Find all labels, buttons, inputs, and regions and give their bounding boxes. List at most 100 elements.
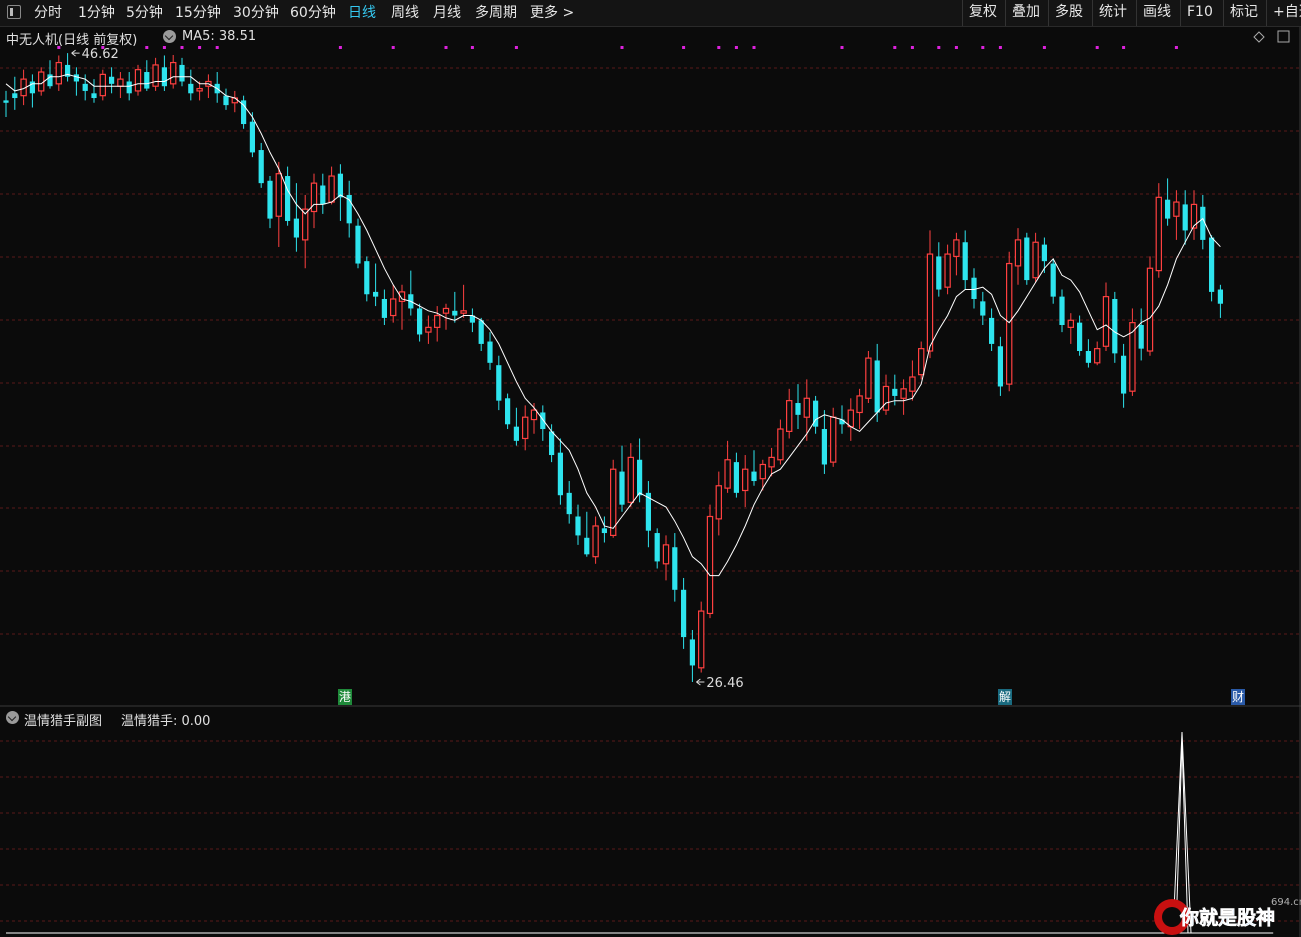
candle-body-down [1200,206,1206,240]
sub-indicator-value: 温情猎手: 0.00 [121,714,211,729]
signal-dot [162,46,166,49]
candle-body-down [654,533,660,562]
candle-body-down [557,452,563,496]
signal-dot [910,46,914,49]
period-tab-monthly[interactable]: 月线 [433,3,461,23]
toolbar-button-watchlist[interactable]: +自选 [1266,0,1301,26]
toolbar-button-adjust[interactable]: 复权 [962,0,1003,26]
candle-body-down [584,537,590,555]
candle-body-down [3,100,9,103]
period-tab-daily[interactable]: 日线 [348,3,376,23]
event-tag-unlock[interactable]: 解 [998,689,1012,705]
candle-body-down [1059,296,1065,325]
candle-body-up [442,307,450,314]
candle-body-down [478,320,484,344]
high-price-label: 46.62 [82,47,119,62]
candle-body-up [1014,239,1022,267]
signal-dot [1122,46,1126,49]
toolbar-button-draw[interactable]: 画线 [1136,0,1177,26]
signal-dot [1095,46,1099,49]
signal-dot [470,46,474,49]
panel-toggle-icon[interactable] [7,5,21,19]
signal-dot [391,46,395,49]
candle-body-down [373,291,379,297]
signal-dot [954,46,958,49]
toolbar-button-stats[interactable]: 统计 [1092,0,1133,26]
candle-body-down [381,298,387,318]
period-tab-1min[interactable]: 1分钟 [78,3,115,23]
candle-body-down [672,547,678,590]
candle-body-up [865,357,872,399]
event-tag-hk[interactable]: 港 [338,689,352,705]
main-chart-title: 中无人机(日线 前复权) [6,33,138,48]
candle-body-down [293,218,299,238]
candle-body-down [188,83,194,94]
toolbar-button-f10[interactable]: F10 [1180,0,1219,26]
candle-body-up [759,463,767,480]
candle-body-up [1102,296,1110,347]
candle-body-down [487,341,493,363]
candle-body-up [768,456,775,468]
candle-body-down [505,398,511,425]
toolbar-button-overlay[interactable]: 叠加 [1005,0,1046,26]
period-tab-60min[interactable]: 60分钟 [290,3,336,23]
candle-body-up [425,326,432,333]
candle-body-down [249,121,255,153]
candle-body-down [223,95,229,106]
candle-body-up [231,97,238,104]
ma5-line [5,73,1221,577]
candle-body-down [417,308,423,335]
candle-body-down [751,471,757,482]
signal-dot [734,46,738,49]
toolbar-button-mark[interactable]: 标记 [1223,0,1264,26]
low-arrow [696,678,705,686]
period-tab-15min[interactable]: 15分钟 [175,3,221,23]
candle-body-down [645,492,651,531]
candle-body-up [1067,319,1074,328]
candle-body-up [609,468,617,537]
indicator-menu-icon[interactable] [163,30,176,43]
low-price-label: 26.46 [706,676,743,691]
signal-dot [145,46,149,49]
period-tab-5min[interactable]: 5分钟 [126,3,163,23]
candle-body-down [47,74,53,87]
signal-dot [198,46,202,49]
candle-body-up [152,64,159,87]
candle-body-down [161,67,167,87]
candle-body-down [1112,298,1118,354]
candle-body-down [1182,204,1188,231]
candle-body-down [285,176,291,221]
period-tab-weekly[interactable]: 周线 [391,3,419,23]
candle-body-up [715,485,723,520]
high-arrow [71,49,80,57]
sub-indicator-menu-icon[interactable] [6,711,19,724]
period-tab-fenshi[interactable]: 分时 [34,3,62,23]
candle-body-up [944,253,951,288]
candle-body-down [971,277,977,299]
candle-body-up [785,400,793,432]
candle-body-down [1077,322,1083,352]
watermark-logo: 你就是股神 694.cn [1154,897,1301,935]
signal-dot [444,46,448,49]
candle-body-up [697,610,705,669]
candle-body-up [310,182,318,213]
candle-body-down [267,180,273,219]
candle-body-down [619,471,625,505]
signal-dot [981,46,985,49]
candle-body-up [275,173,283,217]
candle-body-down [82,83,88,91]
event-tag-finance[interactable]: 财 [1231,689,1245,705]
period-tab-more[interactable]: 更多 > [530,3,574,23]
candle-body-up [37,71,45,92]
candle-body-down [241,100,247,125]
toolbar-button-multistock[interactable]: 多股 [1048,0,1089,26]
candle-body-down [320,185,326,205]
candle-body-down [1121,355,1127,394]
candle-body-up [706,515,714,615]
candle-body-up [530,409,538,421]
candle-body-down [813,400,819,427]
period-tab-30min[interactable]: 30分钟 [233,3,279,23]
candle-body-up [741,468,749,492]
period-tab-multi[interactable]: 多周期 [475,3,517,23]
candle-body-down [566,492,572,515]
